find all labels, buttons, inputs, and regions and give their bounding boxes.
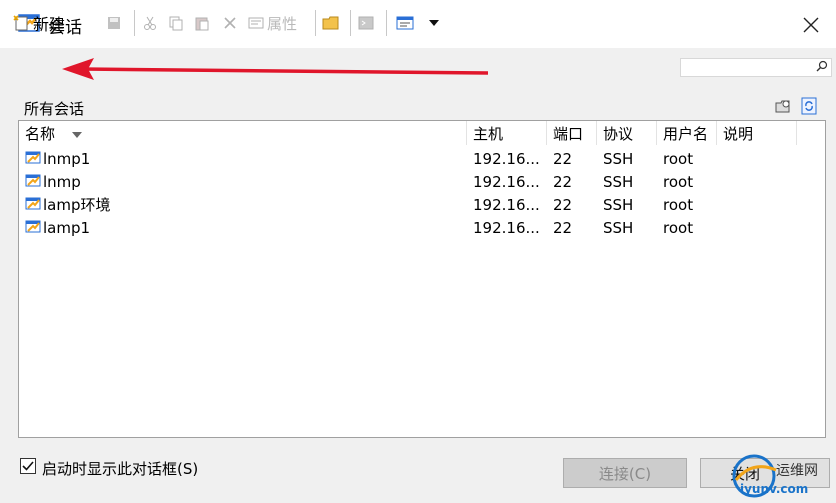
session-host-cell: 192.16... (473, 173, 540, 191)
properties-label: 属性 (267, 14, 298, 33)
column-header-name[interactable]: 名称 (19, 121, 467, 145)
watermark-text-cn: 运维网 (776, 463, 818, 479)
session-icon (25, 151, 41, 164)
window-list-icon (396, 16, 414, 30)
scissors-icon (144, 16, 156, 30)
session-name-cell: lamp环境 (25, 193, 111, 216)
view-mode-button[interactable] (396, 12, 414, 34)
table-row[interactable]: lamp1 192.16... 22 SSH root (19, 216, 825, 239)
paste-button[interactable] (194, 12, 210, 34)
copy-icon (169, 16, 183, 31)
session-host-cell: 192.16... (473, 196, 540, 214)
session-name: lnmp1 (43, 150, 91, 168)
session-icon (25, 174, 41, 187)
session-port-cell: 22 (553, 173, 573, 191)
checkmark-icon (22, 461, 34, 471)
dropdown-arrow-icon (429, 20, 439, 26)
new-session-label: 新建 (33, 15, 66, 34)
toolbar-separator (350, 10, 351, 36)
paste-icon (195, 17, 209, 31)
toolbar-separator (315, 10, 316, 36)
session-user-cell: root (663, 196, 694, 214)
table-row[interactable]: lamp环境 192.16... 22 SSH root (19, 193, 825, 216)
startup-checkbox-label[interactable]: 启动时显示此对话框(S) (42, 458, 198, 479)
connect-button[interactable]: 连接(C) (563, 458, 687, 488)
session-port-cell: 22 (553, 150, 573, 168)
toolbar-separator (134, 10, 135, 36)
close-window-button[interactable] (792, 6, 830, 44)
refresh-icon[interactable] (800, 97, 818, 115)
section-title: 所有会话 (24, 100, 85, 118)
column-header-port[interactable]: 端口 (547, 121, 597, 145)
filter-folder-icon[interactable] (774, 98, 792, 114)
search-input[interactable] (680, 58, 832, 77)
cut-button[interactable] (142, 12, 158, 34)
session-protocol-cell: SSH (603, 196, 634, 214)
new-folder-button[interactable] (322, 12, 340, 34)
session-list[interactable]: 名称 主机 端口 协议 用户名 说明 lnmp1 192.16... 22 SSH ro… (18, 120, 826, 438)
watermark-logo: 运维网 iyunv.com (732, 450, 832, 500)
watermark-text-domain: iyunv.com (740, 482, 809, 496)
save-icon (108, 17, 120, 29)
session-name-cell: lnmp (25, 170, 81, 193)
column-header-username[interactable]: 用户名 (657, 121, 717, 145)
delete-button[interactable] (222, 12, 238, 34)
column-header-host[interactable]: 主机 (467, 121, 547, 145)
session-name-cell: lamp1 (25, 216, 90, 239)
session-protocol-cell: SSH (603, 219, 634, 237)
table-row[interactable]: lnmp 192.16... 22 SSH root (19, 170, 825, 193)
session-user-cell: root (663, 219, 694, 237)
folder-icon (322, 16, 339, 30)
session-host-cell: 192.16... (473, 219, 540, 237)
save-button[interactable] (106, 12, 122, 34)
view-mode-dropdown[interactable] (428, 12, 440, 34)
session-protocol-cell: SSH (603, 173, 634, 191)
delete-x-icon (224, 17, 236, 29)
column-header-protocol[interactable]: 协议 (597, 121, 657, 145)
session-name: lnmp (43, 173, 81, 191)
terminal-icon (358, 16, 374, 30)
session-port-cell: 22 (553, 196, 573, 214)
session-user-cell: root (663, 150, 694, 168)
properties-button[interactable]: 属性 (248, 12, 297, 34)
toolbar-separator (386, 10, 387, 36)
sort-down-icon (71, 131, 82, 138)
session-name: lamp1 (43, 219, 91, 237)
session-user-cell: root (663, 173, 694, 191)
annotation-arrow (62, 58, 489, 80)
new-document-icon (13, 15, 28, 31)
session-name-cell: lnmp1 (25, 147, 90, 170)
session-protocol-cell: SSH (603, 150, 634, 168)
search-icon[interactable] (816, 60, 828, 72)
column-header-note[interactable]: 说明 (717, 121, 797, 145)
close-icon (803, 17, 819, 33)
startup-checkbox[interactable] (20, 458, 36, 474)
session-host-cell: 192.16... (473, 150, 540, 168)
copy-button[interactable] (168, 12, 184, 34)
title-bar (0, 0, 836, 48)
session-icon (25, 220, 41, 233)
session-icon (25, 197, 41, 210)
table-row[interactable]: lnmp1 192.16... 22 SSH root (19, 147, 825, 170)
session-port-cell: 22 (553, 219, 573, 237)
properties-icon (248, 17, 264, 29)
session-name: lamp环境 (43, 196, 111, 214)
open-session-button[interactable] (358, 12, 374, 34)
new-session-button[interactable]: 新建 (12, 12, 65, 34)
